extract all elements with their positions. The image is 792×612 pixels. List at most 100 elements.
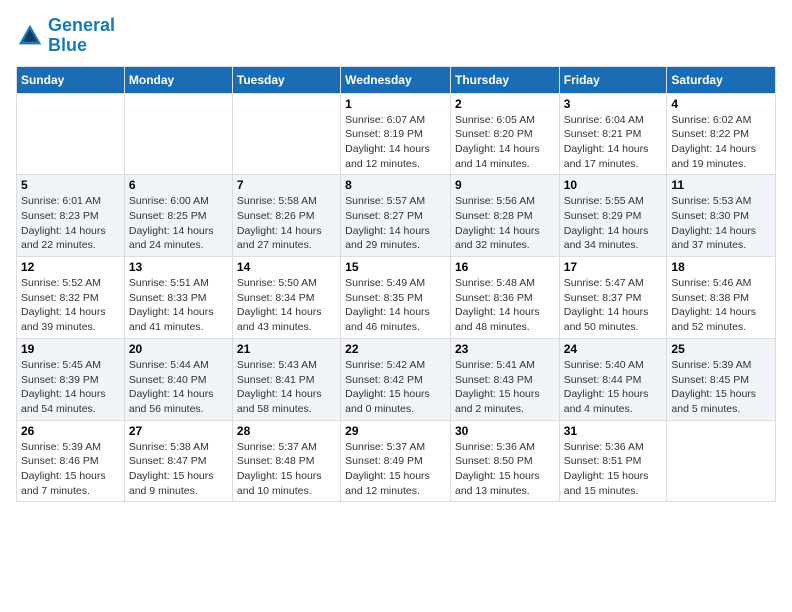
day-number: 14 xyxy=(237,260,336,274)
day-info: Sunrise: 6:07 AM Sunset: 8:19 PM Dayligh… xyxy=(345,113,446,172)
day-info: Sunrise: 5:39 AM Sunset: 8:45 PM Dayligh… xyxy=(671,358,771,417)
day-number: 30 xyxy=(455,424,555,438)
calendar-header-tuesday: Tuesday xyxy=(232,66,340,93)
day-info: Sunrise: 6:01 AM Sunset: 8:23 PM Dayligh… xyxy=(21,194,120,253)
calendar-cell: 20 Sunrise: 5:44 AM Sunset: 8:40 PM Dayli… xyxy=(124,338,232,420)
calendar-week-4: 19 Sunrise: 5:45 AM Sunset: 8:39 PM Dayli… xyxy=(17,338,776,420)
day-info: Sunrise: 5:50 AM Sunset: 8:34 PM Dayligh… xyxy=(237,276,336,335)
calendar-cell: 15 Sunrise: 5:49 AM Sunset: 8:35 PM Dayli… xyxy=(341,257,451,339)
day-info: Sunrise: 5:48 AM Sunset: 8:36 PM Dayligh… xyxy=(455,276,555,335)
calendar-cell: 28 Sunrise: 5:37 AM Sunset: 8:48 PM Dayli… xyxy=(232,420,340,502)
day-number: 8 xyxy=(345,178,446,192)
day-info: Sunrise: 5:49 AM Sunset: 8:35 PM Dayligh… xyxy=(345,276,446,335)
day-number: 19 xyxy=(21,342,120,356)
day-number: 18 xyxy=(671,260,771,274)
day-info: Sunrise: 5:37 AM Sunset: 8:48 PM Dayligh… xyxy=(237,440,336,499)
day-info: Sunrise: 5:57 AM Sunset: 8:27 PM Dayligh… xyxy=(345,194,446,253)
day-number: 11 xyxy=(671,178,771,192)
calendar-header-wednesday: Wednesday xyxy=(341,66,451,93)
day-info: Sunrise: 5:36 AM Sunset: 8:50 PM Dayligh… xyxy=(455,440,555,499)
day-number: 16 xyxy=(455,260,555,274)
calendar-week-3: 12Sunrise: 5:52 AM Sunset: 8:32 PM Dayli… xyxy=(17,257,776,339)
day-number: 15 xyxy=(345,260,446,274)
calendar-cell: 25 Sunrise: 5:39 AM Sunset: 8:45 PM Dayli… xyxy=(667,338,776,420)
day-info: Sunrise: 5:53 AM Sunset: 8:30 PM Dayligh… xyxy=(671,194,771,253)
day-number: 13 xyxy=(129,260,228,274)
calendar-header-friday: Friday xyxy=(559,66,667,93)
day-info: Sunrise: 5:39 AM Sunset: 8:46 PM Dayligh… xyxy=(21,440,120,499)
logo-general: General xyxy=(48,15,115,35)
calendar-cell: 10 Sunrise: 5:55 AM Sunset: 8:29 PM Dayli… xyxy=(559,175,667,257)
day-number: 1 xyxy=(345,97,446,111)
calendar-cell: 5 Sunrise: 6:01 AM Sunset: 8:23 PM Daylig… xyxy=(17,175,125,257)
calendar-cell: 27 Sunrise: 5:38 AM Sunset: 8:47 PM Dayli… xyxy=(124,420,232,502)
day-number: 27 xyxy=(129,424,228,438)
calendar-cell xyxy=(17,93,125,175)
day-number: 10 xyxy=(564,178,663,192)
day-info: Sunrise: 5:45 AM Sunset: 8:39 PM Dayligh… xyxy=(21,358,120,417)
calendar-table: SundayMondayTuesdayWednesdayThursdayFrid… xyxy=(16,66,776,503)
calendar-cell: 30 Sunrise: 5:36 AM Sunset: 8:50 PM Dayli… xyxy=(450,420,559,502)
day-number: 29 xyxy=(345,424,446,438)
calendar-cell: 16 Sunrise: 5:48 AM Sunset: 8:36 PM Dayli… xyxy=(450,257,559,339)
calendar-cell: 9 Sunrise: 5:56 AM Sunset: 8:28 PM Daylig… xyxy=(450,175,559,257)
calendar-cell: 18 Sunrise: 5:46 AM Sunset: 8:38 PM Dayli… xyxy=(667,257,776,339)
day-info: Sunrise: 5:51 AM Sunset: 8:33 PM Dayligh… xyxy=(129,276,228,335)
day-number: 21 xyxy=(237,342,336,356)
day-number: 7 xyxy=(237,178,336,192)
day-number: 3 xyxy=(564,97,663,111)
logo-icon xyxy=(16,22,44,50)
calendar-cell: 26 Sunrise: 5:39 AM Sunset: 8:46 PM Dayli… xyxy=(17,420,125,502)
calendar-cell: 6Sunrise: 6:00 AM Sunset: 8:25 PM Daylig… xyxy=(124,175,232,257)
day-info: Sunrise: 5:58 AM Sunset: 8:26 PM Dayligh… xyxy=(237,194,336,253)
calendar-cell: 4 Sunrise: 6:02 AM Sunset: 8:22 PM Daylig… xyxy=(667,93,776,175)
calendar-header-saturday: Saturday xyxy=(667,66,776,93)
calendar-week-1: 1 Sunrise: 6:07 AM Sunset: 8:19 PM Daylig… xyxy=(17,93,776,175)
day-info: Sunrise: 5:36 AM Sunset: 8:51 PM Dayligh… xyxy=(564,440,663,499)
day-number: 28 xyxy=(237,424,336,438)
calendar-cell: 19 Sunrise: 5:45 AM Sunset: 8:39 PM Dayli… xyxy=(17,338,125,420)
calendar-cell: 11 Sunrise: 5:53 AM Sunset: 8:30 PM Dayli… xyxy=(667,175,776,257)
calendar-week-2: 5 Sunrise: 6:01 AM Sunset: 8:23 PM Daylig… xyxy=(17,175,776,257)
calendar-cell: 1 Sunrise: 6:07 AM Sunset: 8:19 PM Daylig… xyxy=(341,93,451,175)
day-number: 20 xyxy=(129,342,228,356)
calendar-cell: 3Sunrise: 6:04 AM Sunset: 8:21 PM Daylig… xyxy=(559,93,667,175)
calendar-header-monday: Monday xyxy=(124,66,232,93)
day-info: Sunrise: 5:42 AM Sunset: 8:42 PM Dayligh… xyxy=(345,358,446,417)
calendar-cell: 22 Sunrise: 5:42 AM Sunset: 8:42 PM Dayli… xyxy=(341,338,451,420)
calendar-header-thursday: Thursday xyxy=(450,66,559,93)
calendar-cell xyxy=(667,420,776,502)
page-header: General Blue xyxy=(16,16,776,56)
day-info: Sunrise: 5:46 AM Sunset: 8:38 PM Dayligh… xyxy=(671,276,771,335)
day-info: Sunrise: 5:43 AM Sunset: 8:41 PM Dayligh… xyxy=(237,358,336,417)
day-info: Sunrise: 6:02 AM Sunset: 8:22 PM Dayligh… xyxy=(671,113,771,172)
day-info: Sunrise: 5:55 AM Sunset: 8:29 PM Dayligh… xyxy=(564,194,663,253)
day-number: 5 xyxy=(21,178,120,192)
calendar-header-sunday: Sunday xyxy=(17,66,125,93)
day-number: 22 xyxy=(345,342,446,356)
day-number: 25 xyxy=(671,342,771,356)
calendar-cell xyxy=(124,93,232,175)
calendar-header-row: SundayMondayTuesdayWednesdayThursdayFrid… xyxy=(17,66,776,93)
day-number: 31 xyxy=(564,424,663,438)
logo: General Blue xyxy=(16,16,115,56)
day-info: Sunrise: 5:44 AM Sunset: 8:40 PM Dayligh… xyxy=(129,358,228,417)
calendar-cell: 13 Sunrise: 5:51 AM Sunset: 8:33 PM Dayli… xyxy=(124,257,232,339)
day-number: 26 xyxy=(21,424,120,438)
calendar-cell: 2Sunrise: 6:05 AM Sunset: 8:20 PM Daylig… xyxy=(450,93,559,175)
calendar-cell: 7 Sunrise: 5:58 AM Sunset: 8:26 PM Daylig… xyxy=(232,175,340,257)
calendar-cell: 23Sunrise: 5:41 AM Sunset: 8:43 PM Dayli… xyxy=(450,338,559,420)
day-info: Sunrise: 5:37 AM Sunset: 8:49 PM Dayligh… xyxy=(345,440,446,499)
day-info: Sunrise: 5:47 AM Sunset: 8:37 PM Dayligh… xyxy=(564,276,663,335)
calendar-cell: 14 Sunrise: 5:50 AM Sunset: 8:34 PM Dayli… xyxy=(232,257,340,339)
day-number: 4 xyxy=(671,97,771,111)
day-info: Sunrise: 6:05 AM Sunset: 8:20 PM Dayligh… xyxy=(455,113,555,172)
day-info: Sunrise: 5:52 AM Sunset: 8:32 PM Dayligh… xyxy=(21,276,120,335)
day-info: Sunrise: 6:00 AM Sunset: 8:25 PM Dayligh… xyxy=(129,194,228,253)
calendar-cell: 17Sunrise: 5:47 AM Sunset: 8:37 PM Dayli… xyxy=(559,257,667,339)
day-number: 23 xyxy=(455,342,555,356)
day-info: Sunrise: 5:56 AM Sunset: 8:28 PM Dayligh… xyxy=(455,194,555,253)
logo-text: General Blue xyxy=(48,16,115,56)
day-info: Sunrise: 5:38 AM Sunset: 8:47 PM Dayligh… xyxy=(129,440,228,499)
day-number: 9 xyxy=(455,178,555,192)
